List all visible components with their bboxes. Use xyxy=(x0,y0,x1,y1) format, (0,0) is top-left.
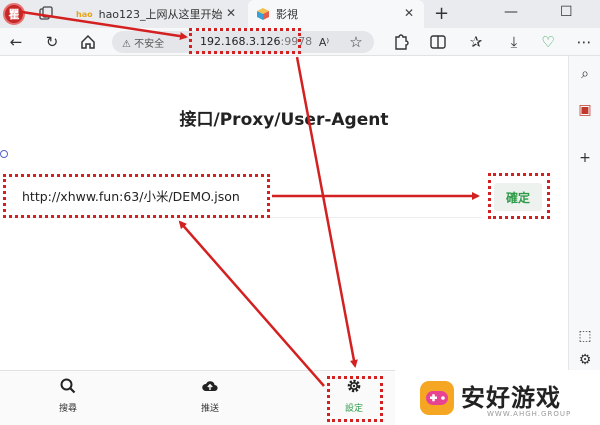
close-icon[interactable]: ✕ xyxy=(226,6,236,20)
new-tab-button[interactable]: + xyxy=(434,3,449,24)
maximize-button[interactable]: ☐ xyxy=(560,4,573,20)
tab-strip: 瞿 hao hao123_上网从这里开始 ✕ 影視 ✕ + — ☐ xyxy=(0,0,600,28)
workspaces-icon[interactable] xyxy=(38,5,54,21)
split-screen-icon[interactable] xyxy=(428,32,448,52)
gamepad-logo-icon xyxy=(420,381,454,415)
tab-yingshi[interactable]: 影視 ✕ xyxy=(248,0,424,28)
cloud-upload-icon xyxy=(202,381,218,391)
add-icon[interactable]: + xyxy=(577,150,593,166)
favorites-icon[interactable]: ✰ xyxy=(466,32,486,52)
extensions-icon[interactable] xyxy=(390,32,410,52)
nav-search[interactable]: 搜尋 xyxy=(38,377,98,414)
tools-briefcase-icon[interactable]: ▣ xyxy=(577,102,593,118)
search-icon[interactable]: ⌕ xyxy=(577,66,593,82)
annotation-box-confirm xyxy=(488,173,550,219)
edge-sidebar: ⌕ ▣ + ⬚ ⚙ xyxy=(568,56,600,370)
annotation-box-settings xyxy=(327,376,383,422)
watermark-subtext: WWW.AHGH.GROUP xyxy=(487,410,572,418)
watermark: 安好游戏 WWW.AHGH.GROUP xyxy=(405,370,600,425)
nav-push[interactable]: 推送 xyxy=(180,377,240,414)
tab-label: hao123_上网从这里开始 xyxy=(98,8,223,21)
hao123-logo: hao xyxy=(76,9,93,19)
favorite-star-icon[interactable]: ☆ xyxy=(346,32,366,52)
page-title: 接口/Proxy/User-Agent xyxy=(179,110,389,130)
warning-icon: ⚠ xyxy=(122,39,131,50)
minimize-button[interactable]: — xyxy=(504,4,518,20)
settings-icon[interactable]: ⚙ xyxy=(577,352,593,368)
browser-essentials-icon[interactable]: ♡ xyxy=(538,32,558,52)
search-icon xyxy=(60,378,76,394)
close-icon[interactable]: ✕ xyxy=(404,6,414,20)
tab-hao123[interactable]: hao hao123_上网从这里开始 ✕ xyxy=(68,0,246,28)
home-icon[interactable] xyxy=(78,32,98,52)
profile-avatar[interactable]: 瞿 xyxy=(3,3,25,25)
tab-label: 影視 xyxy=(276,8,298,21)
read-aloud-icon[interactable]: A⁾ xyxy=(314,32,334,52)
more-menu-icon[interactable]: ⋯ xyxy=(574,32,594,52)
back-arrow-icon[interactable]: ← xyxy=(6,32,26,52)
screenshot-icon[interactable]: ⬚ xyxy=(577,328,593,344)
radio-indicator xyxy=(0,150,8,158)
nav-label: 搜尋 xyxy=(58,404,77,414)
annotation-box-url xyxy=(189,28,301,54)
insecure-indicator[interactable]: ⚠ 不安全 xyxy=(122,35,164,50)
refresh-icon[interactable]: ↻ xyxy=(42,32,62,52)
annotation-box-input xyxy=(3,174,270,218)
downloads-icon[interactable]: ⤓ xyxy=(504,32,524,52)
nav-label: 推送 xyxy=(200,404,219,414)
cube-icon xyxy=(257,8,269,20)
watermark-text: 安好游戏 xyxy=(461,384,561,412)
